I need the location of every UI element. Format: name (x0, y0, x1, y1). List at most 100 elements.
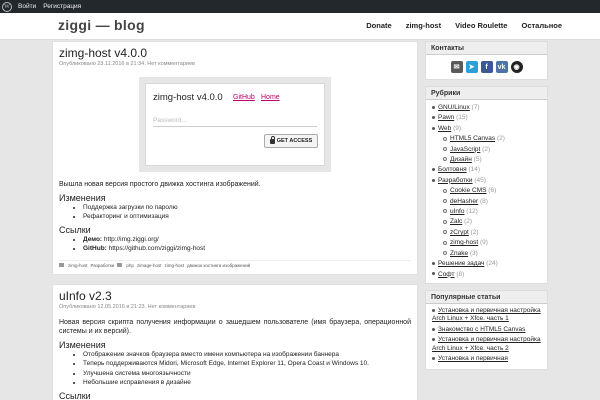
github-link[interactable]: https://github.com/ziggi/zimg-host (109, 245, 205, 252)
sidebar: Контакты ✉ ➤ f vk ◉ Рубрики GNU/Linux (7… (425, 41, 548, 376)
list-item: Установка и первичная настройка Arch Lin… (432, 307, 543, 324)
popular-link[interactable]: Знакомство с HTML5 Canvas (438, 326, 525, 333)
vk-icon[interactable]: vk (495, 61, 508, 73)
bullet-icon (432, 327, 435, 331)
tag-link[interactable]: zimage-host (137, 263, 162, 268)
post-time[interactable]: 21:23 (131, 304, 145, 310)
post-title[interactable]: uInfo v2.3 (59, 289, 411, 303)
category-link[interactable]: Софт (438, 271, 455, 278)
nav-item-donate[interactable]: Donate (366, 21, 391, 30)
telegram-icon[interactable]: ➤ (465, 61, 478, 73)
post-tags: zimg-host Разработки php zimage-host zim… (59, 259, 411, 268)
category-item: zCrypt (2) (432, 228, 543, 238)
bullet-icon (443, 157, 447, 162)
category-link[interactable]: deHasher (450, 198, 478, 205)
category-count: (2) (496, 135, 505, 143)
facebook-icon[interactable]: f (480, 61, 493, 73)
popular-link[interactable]: Установка и первичная (438, 355, 508, 362)
changes-list: Поддержка загрузки по паролю Рефакторинг… (83, 203, 411, 222)
categories-widget: Рубрики GNU/Linux (7) Pawn (15) Web (9) HTM… (425, 86, 548, 284)
nav-item-video-roulette[interactable]: Video Roulette (455, 21, 507, 30)
post-time[interactable]: 21:34 (130, 61, 144, 67)
category-item: Cookie CMS (6) (432, 186, 543, 196)
list-item: Установка и первичная (432, 355, 543, 364)
bullet-icon (432, 308, 435, 312)
popular-link[interactable]: Установка и первичная настройка Arch Lin… (432, 307, 541, 323)
post-title[interactable]: zimg-host v4.0.0 (59, 46, 411, 60)
post-date[interactable]: 23.11.2016 (97, 61, 124, 67)
category-link[interactable]: Cookie CMS (450, 187, 486, 194)
register-link[interactable]: Регистрация (43, 3, 81, 10)
list-item: GitHub: https://github.com/ziggi/zimg-ho… (83, 244, 411, 254)
category-link[interactable]: Znake (450, 250, 468, 257)
category-link[interactable]: GNU/Linux (438, 104, 470, 111)
nav-item-zimg-host[interactable]: zimg-host (406, 21, 441, 30)
list-item: Знакомство с HTML5 Canvas (432, 326, 543, 335)
site-title[interactable]: ziggi — blog (58, 17, 145, 33)
category-link[interactable]: uInfo (450, 208, 464, 215)
category-link[interactable]: Решение задач (438, 260, 484, 267)
category-link[interactable]: Разработки (91, 263, 115, 268)
category-link[interactable]: Web (438, 125, 451, 132)
category-item: Софт (8) (432, 270, 543, 280)
category-item: deHasher (8) (432, 197, 543, 207)
bullet-icon (443, 230, 447, 235)
category-link[interactable]: Болтовня (438, 166, 467, 173)
bullet-icon (443, 188, 447, 193)
time-prefix: в (125, 61, 129, 67)
changes-heading: Изменения (59, 339, 106, 350)
post-intro: Новая версия скрипта получения информаци… (59, 318, 411, 336)
popular-link[interactable]: Установка и первичная настройка Arch Lin… (432, 336, 541, 352)
login-link[interactable]: Войти (18, 3, 36, 10)
main-content: zimg-host v4.0.0 Опубликовано 23.11.2016… (52, 41, 418, 400)
screenshot-home-link: Home (261, 94, 280, 101)
bullet-icon (432, 338, 435, 342)
links-heading: Ссылки (59, 390, 91, 400)
demo-link[interactable]: http://img.ziggi.org/ (104, 236, 159, 243)
category-link[interactable]: Zalc (450, 218, 462, 225)
changes-list: Отображение значков браузера вместо имен… (83, 350, 411, 388)
popular-list: Установка и первичная настройка Arch Lin… (426, 304, 547, 369)
mail-icon[interactable]: ✉ (450, 61, 463, 73)
category-item: Болтовня (14) (432, 165, 543, 175)
github-icon[interactable]: ◉ (510, 61, 523, 73)
tag-link[interactable]: движок хостинга изображений (187, 263, 250, 268)
list-item: Отображение значков браузера вместо имен… (83, 350, 411, 360)
category-link[interactable]: zCrypt (450, 229, 469, 236)
bullet-icon (432, 105, 435, 109)
links-heading: Ссылки (59, 224, 91, 235)
category-count: (2) (470, 228, 479, 236)
category-link[interactable]: JavaScript (450, 146, 480, 153)
bullet-icon (432, 178, 435, 182)
category-link[interactable]: HTML5 Canvas (450, 135, 495, 142)
category-item: Дизайн (5) (432, 155, 543, 165)
category-link[interactable]: Разработки (438, 177, 473, 184)
post-intro: Вышла новая версия простого движка хости… (59, 181, 261, 188)
screenshot-password-field: Password... (153, 114, 317, 127)
category-link[interactable]: Pawn (438, 114, 454, 121)
wordpress-icon[interactable]: W (2, 1, 12, 12)
category-link[interactable]: zimg-host (450, 239, 478, 246)
site-header: ziggi — blog Donate zimg-host Video Roul… (0, 13, 600, 40)
list-item: Теперь поддерживаются Midori, Microsoft … (83, 359, 411, 369)
popular-widget: Популярные статьи Установка и первичная … (425, 289, 548, 370)
screenshot-github-link: GitHub (233, 94, 255, 101)
list-item: Демо: http://img.ziggi.org/ (83, 235, 411, 245)
category-link[interactable]: zimg-host (68, 263, 88, 268)
category-count: (15) (456, 114, 468, 122)
category-item: Web (9) (432, 124, 543, 134)
widget-title: Контакты (426, 42, 547, 55)
comments-link[interactable]: Нет комментариев (147, 61, 195, 67)
category-item: GNU/Linux (7) (432, 103, 543, 113)
comments-link[interactable]: Нет комментариев (148, 304, 196, 310)
meta-prefix: Опубликовано (59, 303, 96, 310)
category-count: (6) (488, 187, 497, 195)
bullet-icon (432, 272, 435, 276)
category-link[interactable]: Дизайн (450, 156, 472, 163)
bullet-icon (432, 126, 435, 130)
bullet-icon (432, 168, 435, 172)
nav-item-other[interactable]: Остальное (521, 21, 562, 30)
tag-link[interactable]: zimg-host (164, 263, 184, 268)
tag-link[interactable]: php (126, 263, 134, 268)
post-date[interactable]: 12.05.2016 (97, 304, 125, 310)
